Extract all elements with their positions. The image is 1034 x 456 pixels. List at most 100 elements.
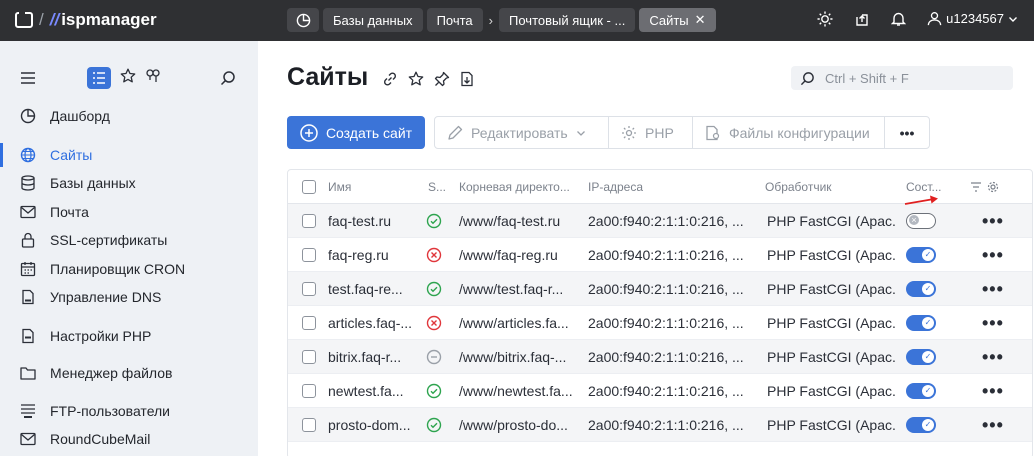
- sidebar-item-cron[interactable]: Планировщик CRON: [0, 255, 258, 283]
- bell-icon[interactable]: [890, 10, 907, 27]
- row-checkbox[interactable]: [302, 204, 316, 238]
- favorites-star-icon[interactable]: [120, 68, 136, 89]
- sidebar-item-sites[interactable]: Сайты: [0, 141, 258, 169]
- link-icon[interactable]: [382, 71, 398, 92]
- site-name[interactable]: newtest.fa...: [328, 374, 418, 408]
- state-toggle[interactable]: [906, 272, 936, 306]
- mail-icon: [20, 431, 36, 447]
- pencil-icon: [448, 125, 463, 140]
- user-menu[interactable]: u1234567: [927, 11, 1018, 26]
- row-menu-button[interactable]: •••: [982, 408, 1004, 442]
- sidebar-item-dashboard[interactable]: Дашборд: [0, 102, 258, 130]
- ssl-status-ok-icon: [426, 204, 442, 238]
- state-toggle[interactable]: [906, 340, 936, 374]
- table-row[interactable]: articles.faq-... /www/articles.fa... 2a00:…: [288, 306, 1032, 340]
- list-view-icon[interactable]: [87, 67, 111, 89]
- row-menu-button[interactable]: •••: [982, 340, 1004, 374]
- crumb-label: Почтовый ящик - ...: [509, 12, 626, 28]
- sidebar-item-file-manager[interactable]: Менеджер файлов: [0, 359, 258, 387]
- row-menu-button[interactable]: •••: [982, 238, 1004, 272]
- row-menu-button[interactable]: •••: [982, 374, 1004, 408]
- config-files-button[interactable]: Файлы конфигурации: [693, 117, 885, 148]
- table-row[interactable]: prosto-dom... /www/prosto-do... 2a00:f940:…: [288, 408, 1032, 442]
- row-checkbox[interactable]: [302, 272, 316, 306]
- column-ssl[interactable]: S...: [428, 170, 446, 204]
- filter-icon[interactable]: [970, 170, 982, 204]
- select-all-checkbox[interactable]: [302, 170, 316, 204]
- logo[interactable]: / // ispmanager: [15, 10, 157, 30]
- create-site-button[interactable]: Создать сайт: [287, 116, 425, 149]
- logo-text: ispmanager: [61, 10, 157, 29]
- pin-icon[interactable]: [434, 71, 450, 92]
- state-toggle[interactable]: [906, 238, 936, 272]
- edit-button[interactable]: Редактировать: [435, 117, 609, 148]
- row-checkbox[interactable]: [302, 340, 316, 374]
- state-toggle[interactable]: [906, 306, 936, 340]
- crumb-mail[interactable]: Почта: [426, 8, 483, 32]
- handler: PHP FastCGI (Apac...: [767, 247, 897, 263]
- close-icon[interactable]: ✕: [695, 12, 706, 28]
- site-name[interactable]: faq-test.ru: [328, 204, 418, 238]
- export-icon[interactable]: [460, 71, 474, 92]
- more-actions-button[interactable]: •••: [885, 117, 929, 148]
- root-dir: /www/test.faq-r...: [459, 281, 564, 297]
- table-settings-gear-icon[interactable]: [987, 170, 999, 204]
- sidebar-item-ftp[interactable]: FTP-пользователи: [0, 397, 258, 425]
- menu-icon[interactable]: [20, 71, 36, 90]
- site-name[interactable]: articles.faq-...: [328, 306, 418, 340]
- gear-icon: [622, 125, 636, 140]
- row-menu-button[interactable]: •••: [982, 306, 1004, 340]
- site-name[interactable]: bitrix.faq-r...: [328, 340, 418, 374]
- sidebar-item-php[interactable]: Настройки PHP: [0, 322, 258, 350]
- row-checkbox[interactable]: [302, 238, 316, 272]
- sidebar-item-roundcube[interactable]: RoundCubeMail: [0, 425, 258, 453]
- site-name[interactable]: test.faq-re...: [328, 272, 418, 306]
- table-row[interactable]: bitrix.faq-r... /www/bitrix.faq-... 2a00:f…: [288, 340, 1032, 374]
- column-handler[interactable]: Обработчик: [765, 170, 832, 204]
- ip-addresses: 2a00:f940:2:1:1:0:216, ...: [588, 383, 744, 399]
- crumb-databases[interactable]: Базы данных: [323, 8, 423, 32]
- star-icon[interactable]: [408, 71, 424, 92]
- column-ip[interactable]: IP-адреса: [588, 170, 643, 204]
- column-name[interactable]: Имя: [328, 170, 351, 204]
- top-bar-actions: u1234567: [816, 10, 1018, 27]
- state-toggle[interactable]: [906, 408, 936, 442]
- row-checkbox[interactable]: [302, 306, 316, 340]
- search-icon[interactable]: [220, 70, 236, 91]
- dashboard-crumb[interactable]: [287, 8, 319, 32]
- table-row[interactable]: newtest.fa... /www/newtest.fa... 2a00:f940…: [288, 374, 1032, 408]
- crumb-sites[interactable]: Сайты ✕: [639, 8, 716, 32]
- site-name[interactable]: faq-reg.ru: [328, 238, 418, 272]
- state-toggle[interactable]: [906, 374, 936, 408]
- sidebar-header: [20, 67, 240, 91]
- top-bar: / // ispmanager Базы данных Почта › Почт…: [0, 0, 1034, 41]
- sidebar-item-ssl[interactable]: SSL-сертификаты: [0, 226, 258, 254]
- table-row[interactable]: faq-reg.ru/www/faq-reg.ru 2a00:f940:2:1:1…: [288, 238, 1032, 272]
- table-row[interactable]: test.faq-re... /www/test.faq-r... 2a00:f94…: [288, 272, 1032, 306]
- search-input[interactable]: Ctrl + Shift + F: [791, 66, 1013, 90]
- php-button[interactable]: PHP: [609, 117, 693, 148]
- database-icon: [20, 175, 36, 191]
- row-checkbox[interactable]: [302, 374, 316, 408]
- handler: PHP FastCGI (Apac...: [767, 213, 897, 229]
- column-root[interactable]: Корневая директо...: [459, 170, 570, 204]
- root-dir: /www/bitrix.faq-...: [459, 349, 567, 365]
- table-row[interactable]: faq-test.ru/www/faq-test.ru 2a00:f940:2:1…: [288, 204, 1032, 238]
- sidebar-item-databases[interactable]: Базы данных: [0, 169, 258, 197]
- sidebar-item-dns[interactable]: Управление DNS: [0, 283, 258, 311]
- sidebar-item-mail[interactable]: Почта: [0, 198, 258, 226]
- sidebar: Дашборд Сайты Базы данных Почта SSL-серт…: [0, 41, 258, 456]
- upload-icon[interactable]: [853, 10, 870, 27]
- state-toggle[interactable]: [906, 204, 936, 238]
- site-name[interactable]: prosto-dom...: [328, 408, 418, 442]
- pinned-icon[interactable]: [145, 68, 161, 89]
- ip-addresses: 2a00:f940:2:1:1:0:216, ...: [588, 213, 744, 229]
- chevron-down-icon: [576, 130, 585, 136]
- row-checkbox[interactable]: [302, 408, 316, 442]
- row-menu-button[interactable]: •••: [982, 272, 1004, 306]
- crumb-mailbox[interactable]: Почтовый ящик - ...: [499, 8, 636, 32]
- calendar-icon: [20, 261, 36, 277]
- row-menu-button[interactable]: •••: [982, 204, 1004, 238]
- ssl-status-ok-icon: [426, 272, 442, 306]
- theme-sun-icon[interactable]: [816, 10, 833, 27]
